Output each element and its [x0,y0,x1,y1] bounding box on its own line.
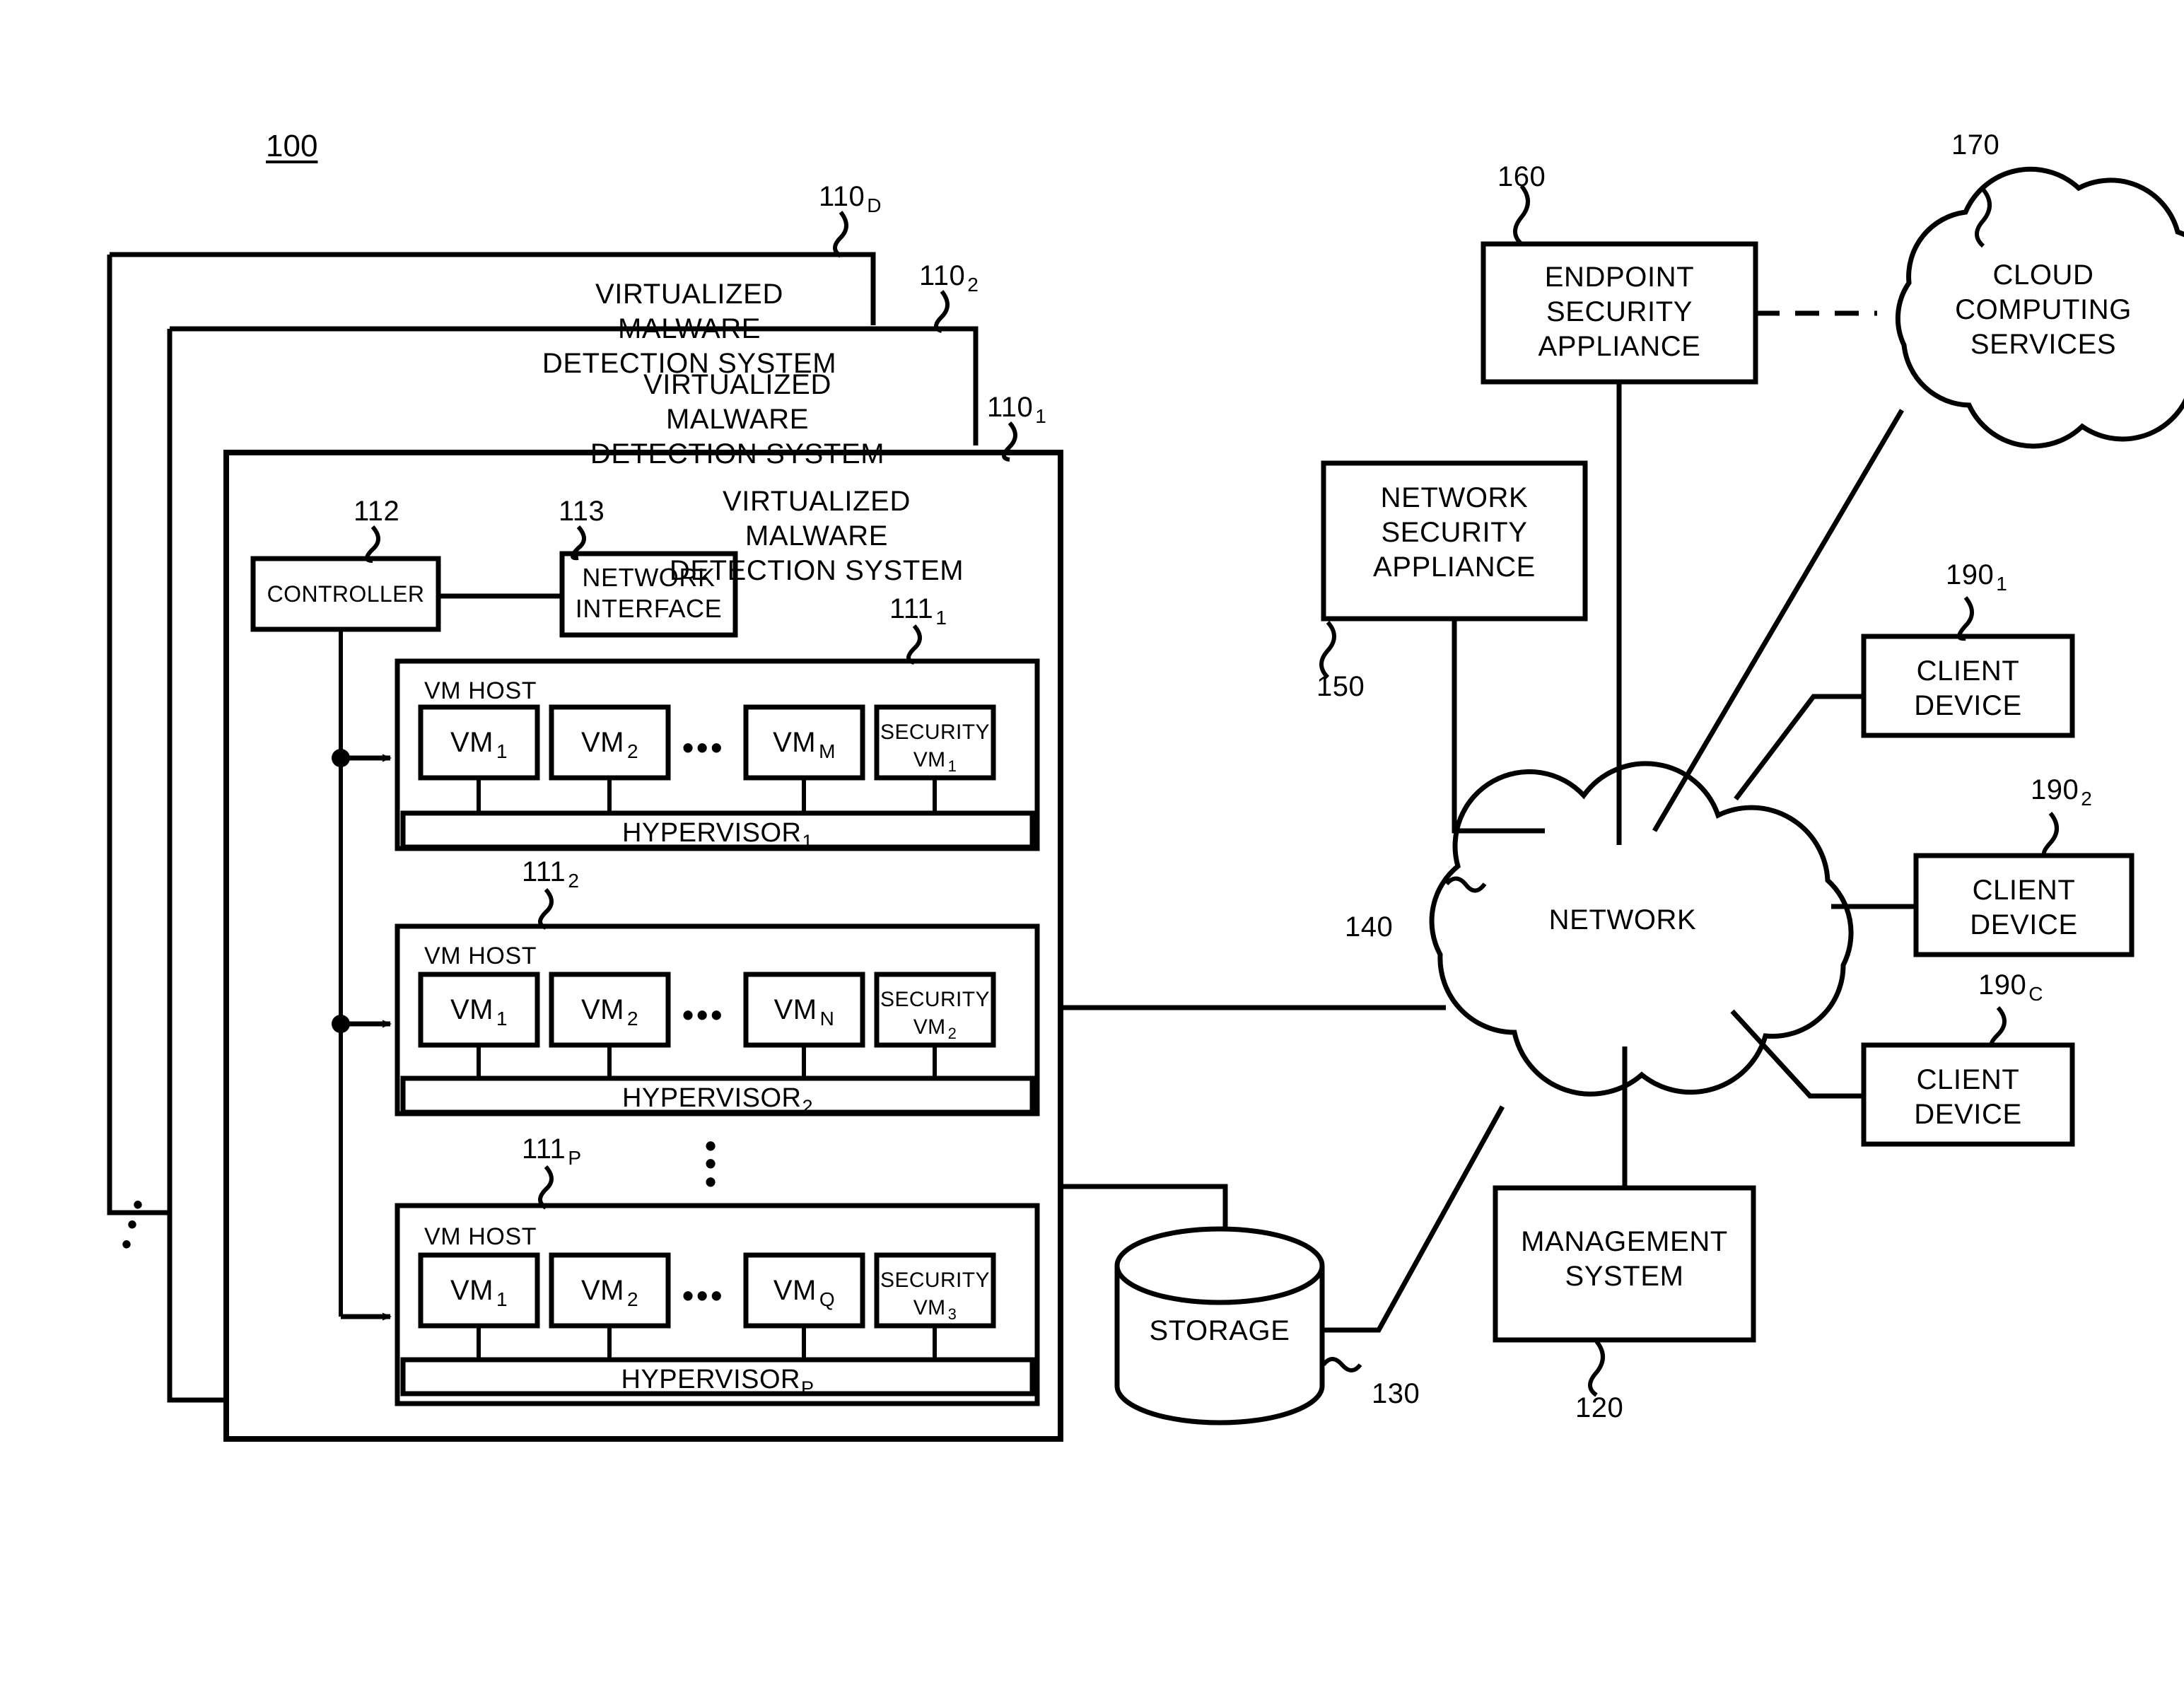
vm-host-1-security-vm-label: SECURITY VM 1 [880,721,990,775]
network-interface-label: NETWORK INTERFACE [562,562,735,624]
ref-170: 170 [1951,129,2000,161]
vm-host-1-ellipsis: ••• [682,729,725,766]
storage-cylinder-top [1114,1226,1325,1305]
controller-label: CONTROLLER [267,581,425,607]
vm-host-2-label: VM HOST [424,943,537,969]
leader-110D [833,211,848,258]
diagram-vector-layer [107,166,2184,1442]
vmds-stack-ellipsis: • • • [122,1189,144,1260]
ref-140: 140 [1345,911,1394,943]
ref-130: 130 [1372,1378,1420,1409]
ref-111-1: 111 1 [889,593,947,629]
vm-host-1-vm-1-label: VM 1 [450,727,508,762]
vm-host-1-label: VM HOST [424,677,537,704]
ref-110-2: 110 2 [919,260,979,296]
ref-111-P: 111 P [522,1133,582,1169]
vm-host-3-security-vm-label: SECURITY VM 3 [880,1269,990,1323]
vm-host-2-security-vm-label: SECURITY VM 2 [880,988,990,1042]
vm-host-3-vm-1-label: VM 1 [450,1275,508,1310]
ref-110-D: 110 D [819,181,882,216]
leader-160 [1513,185,1530,246]
network-interface-line1: NETWORK [582,563,716,592]
vm-host-1-vm-2-label: VM 2 [580,727,639,762]
vmds-back-title-line1: VIRTUALIZED MALWARE [595,279,783,344]
ref-190-1: 190 1 [1946,559,2008,595]
ref-110-1: 110 1 [987,392,1047,427]
ref-113: 113 [559,496,605,527]
client-device-3-label: CLIENT DEVICE [1914,1064,2022,1130]
leader-190-1 [1957,596,1974,641]
ref-111-2: 111 2 [522,856,580,892]
vm-host-3-vm-3-label: VM Q [773,1275,836,1310]
hypervisor-2-label: HYPERVISOR2 [621,1083,813,1117]
leader-111-2 [538,888,554,930]
storage-to-network-link [1322,1105,1505,1333]
leader-111-P [538,1165,554,1210]
endpoint-security-appliance-label: ENDPOINT SECURITY APPLIANCE [1538,262,1701,362]
vmds-front-title-line1: VIRTUALIZED MALWARE [723,486,911,552]
client-device-1-label: CLIENT DEVICE [1914,655,2022,721]
cloud-to-network-link [1652,409,1905,832]
ref-190-2: 190 2 [2031,774,2093,810]
vm-host-3-label: VM HOST [424,1223,537,1250]
leader-150 [1319,620,1336,680]
ref-190-C: 190 C [1978,969,2043,1005]
leader-112 [365,525,380,563]
network-interface-line2: INTERFACE [575,593,723,623]
hypervisor-3-label: HYPERVISORP [621,1365,814,1399]
leader-190-2 [2042,812,2059,858]
vmds-mid-title: VIRTUALIZED MALWARE DETECTION SYSTEM [571,368,904,471]
vm-host-2-ellipsis: ••• [682,996,725,1033]
vm-host-3-vm-2-label: VM 2 [580,1275,639,1310]
client-device-2-label: CLIENT DEVICE [1970,875,2078,940]
ref-160: 160 [1497,161,1546,192]
vmds-mid-title-line2: DETECTION SYSTEM [590,438,885,470]
patent-figure-canvas: 100 VIRTUALIZED MALWARE DETECTION SYSTEM… [0,0,2184,1685]
hypervisor-1-label: HYPERVISOR1 [621,818,813,852]
client-device-1-link [1734,694,1864,801]
vm-host-2-vm-3-label: VM N [773,994,835,1030]
ref-112: 112 [354,496,400,527]
network-security-appliance-label: NETWORK SECURITY APPLIANCE [1373,482,1536,583]
vm-host-2-vm-1-label: VM 1 [450,994,508,1030]
leader-111-1 [906,624,922,665]
management-system-label: MANAGEMENT SYSTEM [1521,1226,1728,1292]
vmds-mid-title-line1: VIRTUALIZED MALWARE [643,369,831,435]
network-cloud-label: NETWORK [1548,904,1697,935]
leader-120 [1588,1340,1605,1397]
leader-190-C [1990,1005,2007,1048]
vm-host-3-ellipsis: ••• [682,1277,725,1314]
vm-host-vertical-ellipsis: • • • [704,1127,717,1200]
vm-host-2-vm-2-label: VM 2 [580,994,639,1030]
vmds-back-title: VIRTUALIZED MALWARE DETECTION SYSTEM [523,277,856,380]
ref-150: 150 [1316,671,1365,702]
leader-130 [1321,1357,1362,1372]
ref-120: 120 [1575,1392,1624,1423]
vm-host-1-vm-3-label: VM M [773,727,836,762]
leader-1102 [934,290,950,333]
figure-number: 100 [266,129,318,163]
storage-label: STORAGE [1149,1315,1290,1346]
cloud-computing-services-label: CLOUD COMPUTING SERVICES [1955,260,2132,360]
